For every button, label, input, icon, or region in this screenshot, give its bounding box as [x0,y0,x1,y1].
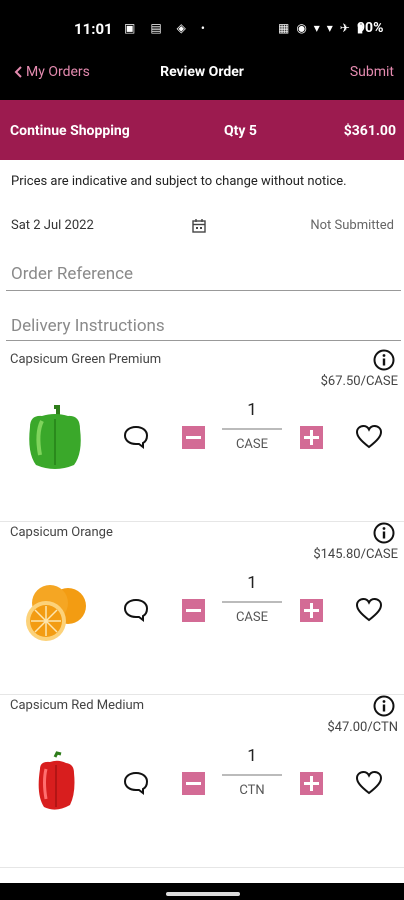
quantity-underline [222,774,282,776]
favorite-heart-icon[interactable] [355,597,383,627]
price-notice: Prices are indicative and subject to cha… [11,174,347,189]
product-image [20,403,90,473]
decrease-quantity-button[interactable] [182,599,205,622]
continue-shopping-button[interactable]: Continue Shopping [10,123,130,139]
quantity-value[interactable]: 1 [222,746,282,766]
submit-button[interactable]: Submit [350,64,394,80]
order-reference-placeholder: Order Reference [11,264,134,284]
product-price: $47.00/CTN [327,720,398,735]
order-status: Not Submitted [310,218,394,233]
increase-quantity-button[interactable] [300,599,323,622]
system-navigation-bar [0,883,404,900]
increase-quantity-button[interactable] [300,772,323,795]
notification-icons: ▣ ▤ ◈ • [124,21,211,35]
product-name: Capsicum Orange [10,525,113,540]
quantity-value[interactable]: 1 [222,400,282,420]
delivery-instructions-field[interactable]: Delivery Instructions [6,310,401,341]
system-icons: ▦ ◉ ▾ ▾ ✈ ▮ [278,21,366,35]
order-summary-bar: Continue Shopping Qty 5 $361.00 [0,100,404,160]
list-item: Capsicum Red Medium $47.00/CTN 1 CTN [0,694,404,868]
favorite-heart-icon[interactable] [355,424,383,454]
home-gesture-handle[interactable] [166,892,240,896]
order-quantity: Qty 5 [224,123,257,139]
battery-percentage: 90% [357,20,384,36]
order-date[interactable]: Sat 2 Jul 2022 [11,218,94,233]
product-name: Capsicum Green Premium [10,352,162,367]
calendar-icon[interactable] [192,218,206,237]
comment-icon[interactable] [122,597,150,627]
delivery-instructions-placeholder: Delivery Instructions [11,316,165,336]
decrease-quantity-button[interactable] [182,772,205,795]
info-icon[interactable] [372,348,396,376]
product-name: Capsicum Red Medium [10,698,145,713]
comment-icon[interactable] [122,770,150,800]
product-image [20,749,90,819]
status-time: 11:01 [74,20,113,38]
favorite-heart-icon[interactable] [355,770,383,800]
status-bar: 11:01 ▣ ▤ ◈ • ▦ ◉ ▾ ▾ ✈ ▮ 90% [0,0,404,56]
quantity-underline [222,428,282,430]
product-price: $67.50/CASE [320,374,398,389]
quantity-underline [222,601,282,603]
product-image [20,576,90,646]
list-item: Capsicum Green Premium $67.50/CASE 1 CAS… [0,348,404,522]
info-icon[interactable] [372,521,396,549]
increase-quantity-button[interactable] [300,426,323,449]
order-total: $361.00 [343,123,396,139]
quantity-unit: CTN [239,783,265,798]
quantity-unit: CASE [235,610,269,625]
page-title: Review Order [160,64,244,80]
quantity-unit: CASE [235,437,269,452]
order-date-row: Sat 2 Jul 2022 Not Submitted [0,216,404,238]
decrease-quantity-button[interactable] [182,426,205,449]
list-item: Capsicum Orange $145.80/CASE 1 CASE [0,521,404,695]
comment-icon[interactable] [122,424,150,454]
quantity-value[interactable]: 1 [222,573,282,593]
info-icon[interactable] [372,694,396,722]
nav-bar: My Orders Review Order Submit [0,56,404,100]
product-price: $145.80/CASE [313,547,398,562]
order-reference-field[interactable]: Order Reference [6,258,401,291]
